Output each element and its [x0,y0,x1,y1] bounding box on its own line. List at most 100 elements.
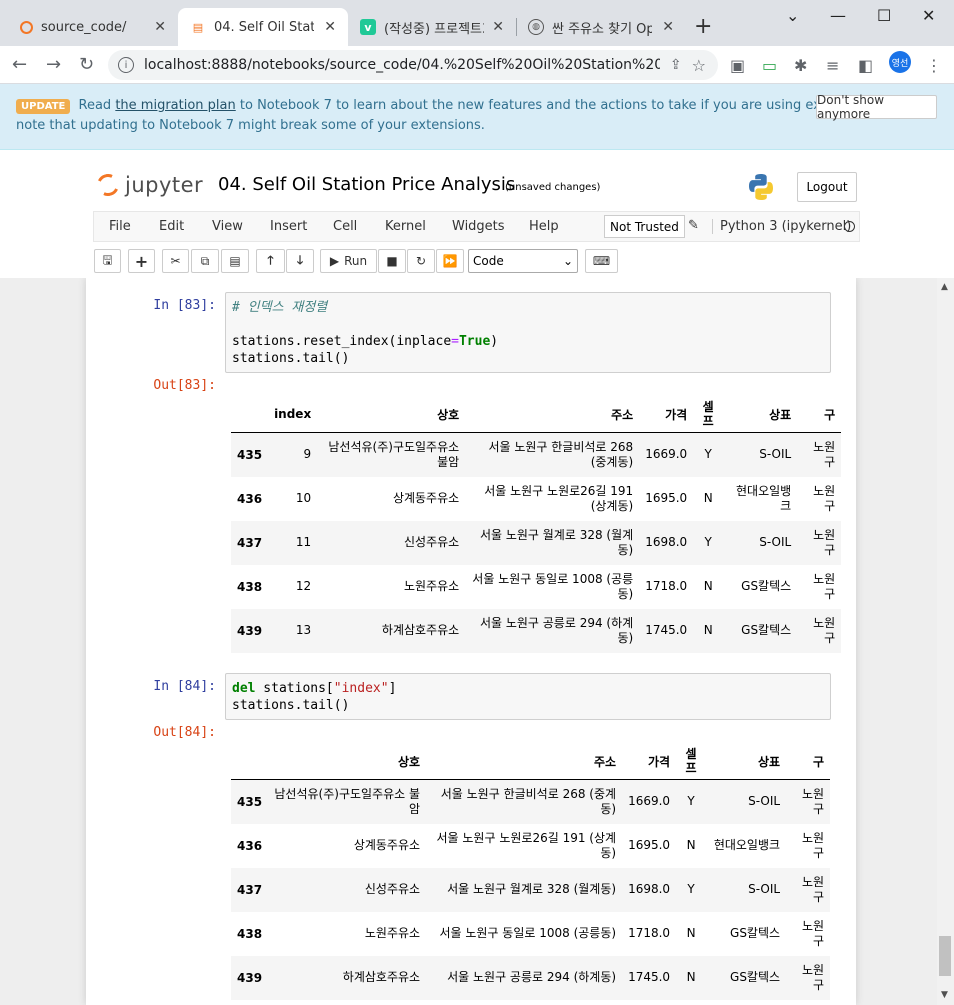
forward-icon[interactable]: → [46,54,61,75]
table-cell: 서울 노원구 월계로 328 (월계동) [447,882,617,896]
close-icon[interactable]: ✕ [154,19,166,35]
run-button[interactable]: ▶ Run [320,249,377,273]
table-row: 437 11 신성주유소 서울 노원구 월계로 328 (월계동) 1698.0 Y S-O… [231,520,842,565]
menu-widgets[interactable]: Widgets [452,219,505,234]
dont-show-button[interactable]: Don't show anymore [816,93,937,121]
table-cell: 서울 노원구 동일로 1008 (공릉동) [472,571,634,601]
screen-capture-icon[interactable]: ▭ [762,56,777,75]
jupyter-logo[interactable]: jupyter [93,170,204,200]
tab-oil-search[interactable]: ◍ 싼 주유소 찾기 Op ✕ [516,8,686,46]
table-row: 439 13 하계삼호주유소 서울 노원구 공릉로 294 (하계동) 1745.0 N G… [231,608,842,653]
move-up-button[interactable]: 🡑 [256,249,285,273]
insert-cell-button[interactable]: + [128,249,155,273]
move-down-button[interactable]: 🡓 [286,249,314,273]
notebook-title[interactable]: 04. Self Oil Station Price Analysis [218,174,515,195]
interrupt-button[interactable]: ■ [378,249,406,273]
paste-button[interactable]: ▤ [221,249,249,273]
share-icon[interactable]: ⇪ [670,57,682,73]
save-button[interactable]: 🖫 [94,249,121,273]
back-icon[interactable]: ← [12,54,27,75]
table-cell: 상계동주유소 [392,491,460,505]
not-trusted-button[interactable]: Not Trusted [604,215,685,238]
jupyter-wordmark: jupyter [125,173,204,197]
command-palette-button[interactable]: ⌨ [585,249,618,273]
table-cell: 서울 노원구 월계로 328 (월계동) [479,527,634,557]
table-cell: 1695.0 [645,491,688,505]
table-header: 상호 [317,396,466,433]
fast-forward-icon: ⏩ [442,254,458,268]
menu-kebab-icon[interactable]: ⋮ [926,56,942,75]
code-cell-input[interactable]: # 인덱스 재정렬 stations.reset_index(inplace=T… [225,292,831,373]
keyboard-icon: ⌨ [592,254,611,268]
table-cell: 노원구 [813,615,836,645]
run-all-button[interactable]: ⏩ [436,249,464,273]
table-cell: 하계삼호주유소 [342,970,421,984]
table-header: 상표 [706,743,787,780]
cell-type-select[interactable]: Code ⌄ [468,249,578,273]
scroll-up-icon[interactable]: ▲ [941,282,948,292]
menu-edit[interactable]: Edit [159,219,184,234]
menu-file[interactable]: File [109,219,131,234]
table-cell: Y [687,882,695,896]
tab-notebook[interactable]: ▤ 04. Self Oil Station ✕ [178,8,348,46]
code-comment: # 인덱스 재정렬 [232,300,328,315]
row-index: 438 [237,579,263,594]
scroll-thumb[interactable] [939,936,951,976]
tab-project[interactable]: v (작성중) 프로젝트3 ✕ [348,8,516,46]
media-icon[interactable]: ≡ [826,56,839,75]
tab-title: (작성중) 프로젝트3 [384,21,484,37]
cut-button[interactable]: ✂ [162,249,189,273]
code-text: stations.tail() [232,698,350,713]
table-cell: Y [704,535,712,549]
extension-icon[interactable]: ▣ [730,56,745,75]
tab-search-icon[interactable]: ⌄ [786,6,799,25]
table-row: 436 상계동주유소 서울 노원구 노원로26길 191 (상계동) 1695.0 N 현… [231,824,830,868]
row-index: 435 [237,794,263,809]
bookmark-icon[interactable]: ☆ [692,56,706,75]
notebook-scrollbar[interactable] [937,278,954,1005]
dataframe-output: 상호 주소 가격 셀프 상표 구 435 남선석유(주)구도일주유소 불암 서울 노… [231,743,831,1000]
v-icon: v [360,19,376,35]
row-index: 438 [237,926,263,941]
scroll-down-icon[interactable]: ▼ [941,990,948,1000]
puzzle-icon[interactable]: ✱ [794,56,807,75]
table-cell: 노원주유소 [403,579,460,593]
table-row: 435 9 남선석유(주)구도일주유소 불암 서울 노원구 한글비석로 268 (중계… [231,432,842,477]
menu-kernel[interactable]: Kernel [385,219,426,234]
table-cell: N [686,926,696,940]
menu-help[interactable]: Help [529,219,559,234]
table-cell: 신성주유소 [364,882,421,896]
window-close-icon[interactable]: ✕ [922,6,935,25]
table-header: 주소 [465,396,640,433]
minimize-icon[interactable]: — [830,6,846,25]
migration-plan-link[interactable]: the migration plan [115,98,235,113]
update-notification: UPDATE Read the migration plan to Notebo… [0,84,954,150]
logout-button[interactable]: Logout [797,172,857,202]
close-icon[interactable]: ✕ [662,19,674,35]
close-icon[interactable]: ✕ [324,19,336,35]
kernel-name[interactable]: Python 3 (ipykernel) [712,219,851,234]
table-cell: 신성주유소 [403,535,460,549]
profile-avatar[interactable]: 영선 [889,51,911,73]
url-input[interactable]: i localhost:8888/notebooks/source_code/0… [108,50,718,80]
maximize-icon[interactable]: ☐ [877,6,891,25]
close-icon[interactable]: ✕ [492,19,504,35]
restart-button[interactable]: ↻ [407,249,435,273]
table-cell: 11 [295,535,312,549]
copy-button[interactable]: ⧉ [191,249,219,273]
tab-title: 싼 주유소 찾기 Op [552,21,652,37]
table-cell: 서울 노원구 한글비석로 268 (중계동) [440,786,617,816]
info-icon[interactable]: i [118,57,134,73]
code-cell-input[interactable]: del stations["index"] stations.tail() [225,673,831,720]
stop-icon: ■ [386,254,398,268]
side-panel-icon[interactable]: ◧ [858,56,873,75]
table-header [231,396,269,433]
new-tab-icon[interactable]: + [694,14,712,39]
menu-cell[interactable]: Cell [333,219,357,234]
menu-insert[interactable]: Insert [270,219,307,234]
tab-source-code[interactable]: source_code/ ✕ [8,8,178,46]
notice-text-before: Read [78,98,112,113]
reload-icon[interactable]: ↻ [79,54,94,75]
menu-view[interactable]: View [212,219,243,234]
pencil-icon[interactable]: ✎ [688,218,699,233]
